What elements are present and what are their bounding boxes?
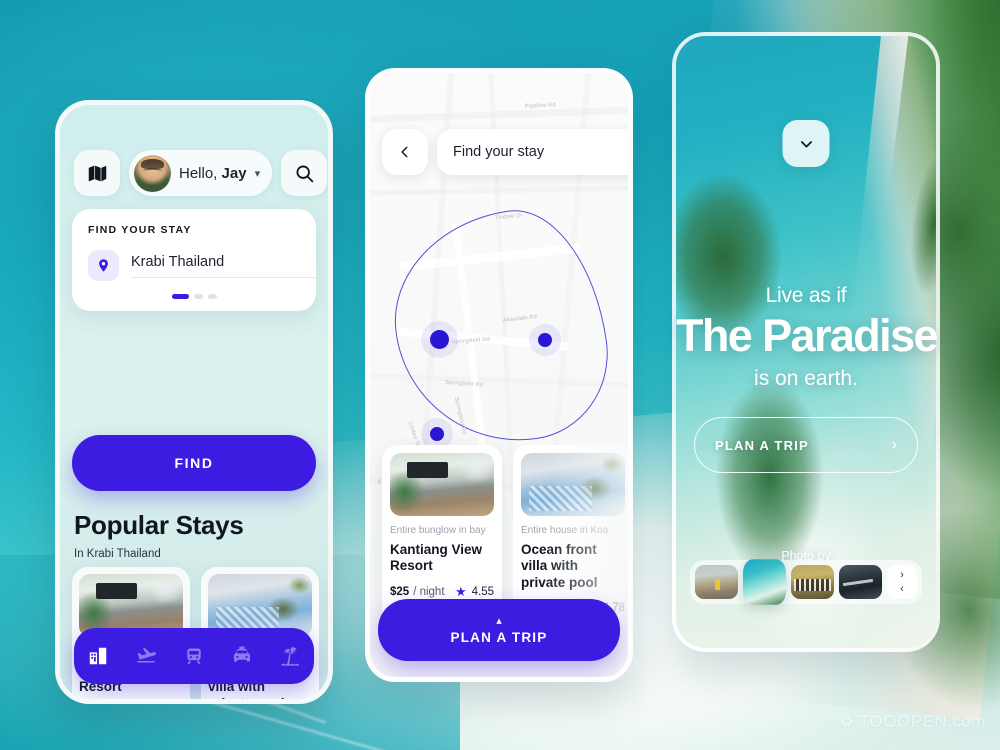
taxi-icon: [234, 646, 250, 662]
bottom-nav-bar[interactable]: [74, 628, 314, 684]
popular-stays-subtitle: In Krabi Thailand: [74, 548, 161, 560]
nav-item-train[interactable]: [181, 643, 207, 669]
stay-name: Ocean front villa with private pool: [521, 542, 598, 590]
plan-a-trip-button[interactable]: ▴ PLAN A TRIP: [378, 599, 620, 661]
phone-paradise-screen: Live as if The Paradise is on earth. PLA…: [672, 32, 940, 652]
mountain-thumb[interactable]: [839, 565, 882, 599]
map-region-outline: [381, 199, 619, 457]
nav-item-taxi[interactable]: [229, 643, 255, 669]
location-input[interactable]: [131, 253, 318, 278]
hotel-icon: [89, 647, 107, 665]
star-icon: ★: [454, 583, 467, 599]
pagination-dot[interactable]: [193, 294, 203, 299]
stay-name: Kantiang View Resort: [390, 542, 483, 574]
hero-line-1: Live as if: [765, 284, 847, 307]
greeting-text: Hello, Jay: [179, 165, 247, 182]
tropical-sea-thumb[interactable]: [743, 559, 786, 605]
stay-price: $25: [390, 585, 410, 598]
home-top-bar: Hello, Jay ▾: [74, 150, 328, 196]
hero-line-3: is on earth.: [754, 366, 858, 390]
phone-home-screen: Hello, Jay ▾ FIND YOUR STAY Krabi Thaila…: [55, 100, 333, 704]
phone-map-screen: Pipeline Rd Tindale Dr Allandale Rd Spri…: [365, 68, 633, 682]
nav-item-hotel[interactable]: [85, 643, 111, 669]
back-button[interactable]: [382, 129, 428, 175]
find-stay-card: FIND YOUR STAY: [72, 209, 318, 311]
location-pin-icon: [99, 259, 108, 272]
calendar-button[interactable]: [330, 250, 333, 281]
zebra-savanna-thumb[interactable]: [791, 565, 834, 599]
watermark: ♻ TOOOPEN.com: [840, 712, 986, 732]
stay-rating: ★ 4.55: [455, 584, 494, 600]
thumbnail-carousel[interactable]: › ‹: [690, 559, 922, 605]
stay-type: Entire house in Koa: [521, 525, 609, 536]
map-button[interactable]: [74, 150, 120, 196]
map-top-bar: [382, 129, 628, 175]
map-pin[interactable]: [430, 330, 449, 349]
hero-text-block: Live as if The Paradise is on earth.: [676, 284, 939, 391]
pagination-dot-active[interactable]: [171, 294, 189, 299]
popular-stays-title: Popular Stays: [74, 510, 244, 540]
location-row: [88, 250, 318, 281]
chevron-right-icon[interactable]: ›: [900, 569, 904, 581]
location-pin-button[interactable]: [88, 250, 119, 281]
search-icon: [296, 164, 313, 182]
stay-type: Entire bunglow in bay: [390, 525, 486, 536]
stay-photo: [521, 453, 625, 516]
collapse-button[interactable]: [782, 120, 830, 167]
beach-palm-icon: [281, 647, 299, 666]
chevron-down-icon: [800, 140, 812, 148]
carousel-pagination: [88, 294, 300, 299]
watermark-text: TOOOPEN.com: [858, 712, 986, 731]
map-pin[interactable]: [538, 333, 552, 347]
pagination-dot[interactable]: [207, 294, 217, 299]
chevron-left-icon[interactable]: ‹: [900, 583, 904, 595]
find-button[interactable]: FIND: [72, 435, 316, 491]
chevron-up-icon: ▴: [496, 614, 502, 627]
train-icon: [187, 648, 201, 664]
stay-photo: [390, 453, 494, 516]
airplane-icon: [137, 648, 157, 663]
recycle-logo-icon: ♻: [840, 714, 854, 731]
chevron-right-icon: ›: [891, 436, 897, 453]
plan-a-trip-label: PLAN A TRIP: [715, 437, 809, 453]
find-stay-label: FIND YOUR STAY: [88, 224, 192, 236]
stay-footer: $25 / night ★ 4.55: [390, 584, 494, 600]
stay-price-unit: / night: [413, 585, 445, 598]
user-greeting-pill[interactable]: Hello, Jay ▾: [129, 150, 273, 196]
chevron-left-icon: [401, 146, 408, 158]
nav-item-flights[interactable]: [133, 643, 159, 669]
map-road: [370, 105, 628, 124]
greeting-name: Jay: [221, 164, 247, 182]
map-search-bar[interactable]: [437, 129, 628, 175]
desert-road-thumb[interactable]: [695, 565, 738, 599]
avatar: [134, 154, 171, 192]
hero-line-2: The Paradise: [676, 310, 939, 361]
nav-item-beach[interactable]: [277, 643, 303, 669]
greeting-prefix: Hello,: [179, 164, 222, 182]
map-pin[interactable]: [430, 427, 444, 441]
stay-rating-value: 4.55: [471, 585, 494, 598]
search-button[interactable]: [281, 150, 328, 196]
chevron-down-icon: ▾: [254, 167, 261, 180]
plan-a-trip-outline-button[interactable]: PLAN A TRIP ›: [694, 417, 918, 473]
map-icon: [88, 165, 106, 181]
plan-a-trip-label: PLAN A TRIP: [450, 629, 548, 645]
map-search-input[interactable]: [453, 144, 628, 160]
thumbnail-nav-buttons[interactable]: › ‹: [887, 565, 917, 599]
